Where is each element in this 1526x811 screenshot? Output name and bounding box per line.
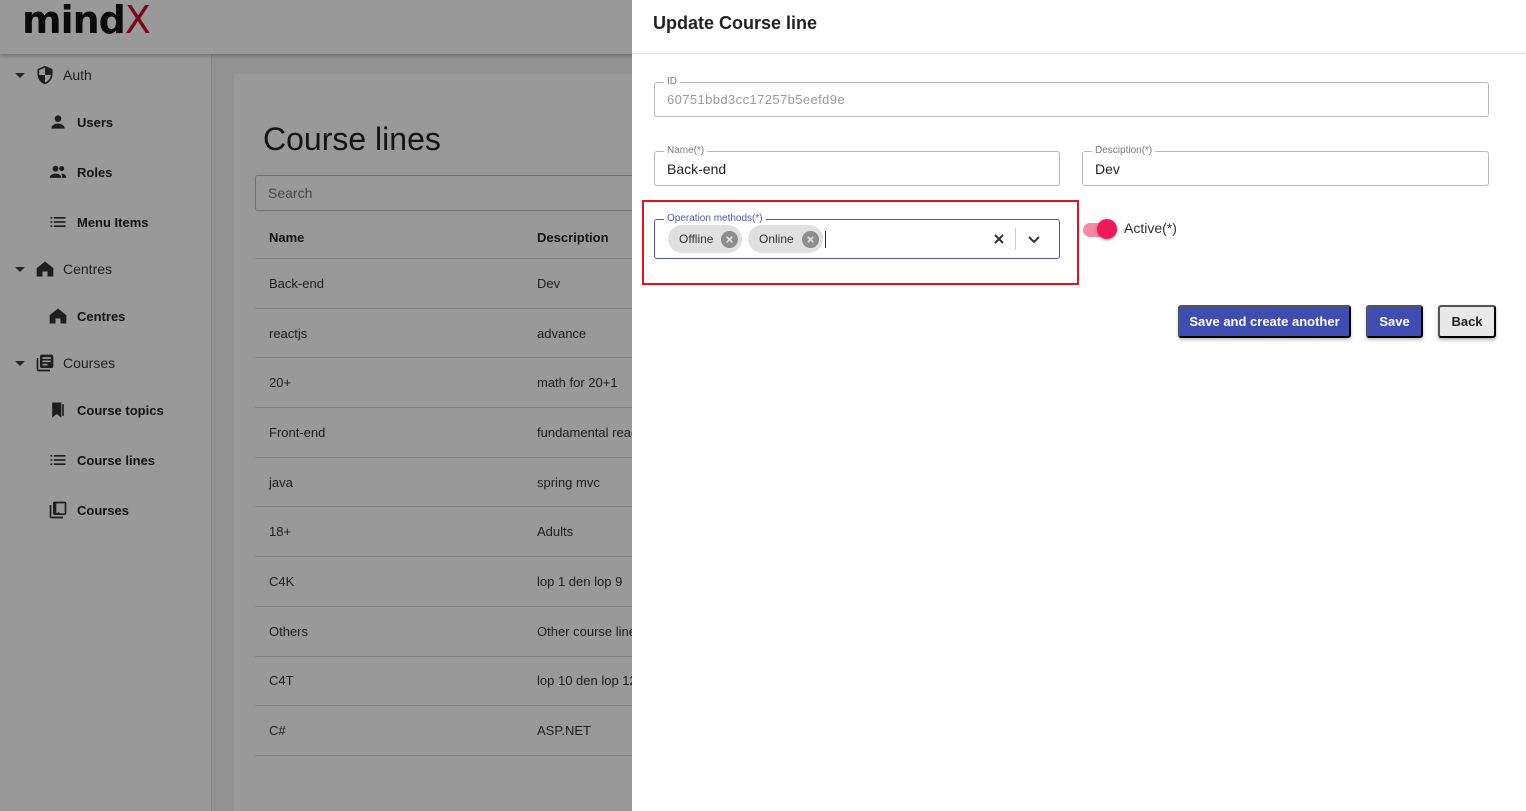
chip-label: Offline bbox=[679, 232, 714, 246]
text-cursor bbox=[825, 231, 826, 248]
chip-remove-icon[interactable] bbox=[801, 230, 819, 248]
clear-icon[interactable] bbox=[989, 228, 1009, 250]
operation-methods-label: Operation methods(*) bbox=[664, 212, 766, 226]
id-field-value: 60751bbd3cc17257b5eefd9e bbox=[667, 92, 846, 107]
chip-label: Online bbox=[759, 232, 794, 246]
chip-offline[interactable]: Offline bbox=[668, 225, 743, 253]
operation-methods-select[interactable]: Operation methods(*) Offline Online bbox=[654, 212, 1060, 259]
back-button[interactable]: Back bbox=[1438, 305, 1496, 338]
id-field-label: ID bbox=[664, 75, 680, 89]
chip-online[interactable]: Online bbox=[748, 225, 823, 253]
update-course-line-drawer: Update Course line ID 60751bbd3cc17257b5… bbox=[632, 0, 1526, 811]
description-field-value: Dev bbox=[1095, 161, 1120, 177]
name-field[interactable]: Name(*) Back-end bbox=[654, 144, 1060, 186]
id-field: ID 60751bbd3cc17257b5eefd9e bbox=[654, 75, 1489, 117]
chip-remove-icon[interactable] bbox=[721, 230, 739, 248]
save-and-create-another-button[interactable]: Save and create another bbox=[1178, 305, 1351, 338]
name-field-value: Back-end bbox=[667, 161, 727, 177]
save-button[interactable]: Save bbox=[1366, 305, 1423, 338]
active-label: Active(*) bbox=[1124, 220, 1177, 236]
description-field[interactable]: Desciption(*) Dev bbox=[1082, 144, 1489, 186]
active-toggle[interactable] bbox=[1083, 219, 1127, 241]
name-field-label: Name(*) bbox=[664, 144, 708, 158]
description-field-label: Desciption(*) bbox=[1092, 144, 1156, 158]
drawer-divider bbox=[632, 53, 1526, 54]
indicator-separator bbox=[1015, 228, 1016, 250]
drawer-backdrop[interactable] bbox=[0, 0, 632, 811]
chevron-down-icon[interactable] bbox=[1023, 228, 1045, 250]
drawer-title: Update Course line bbox=[653, 13, 818, 33]
toggle-thumb bbox=[1097, 219, 1117, 239]
